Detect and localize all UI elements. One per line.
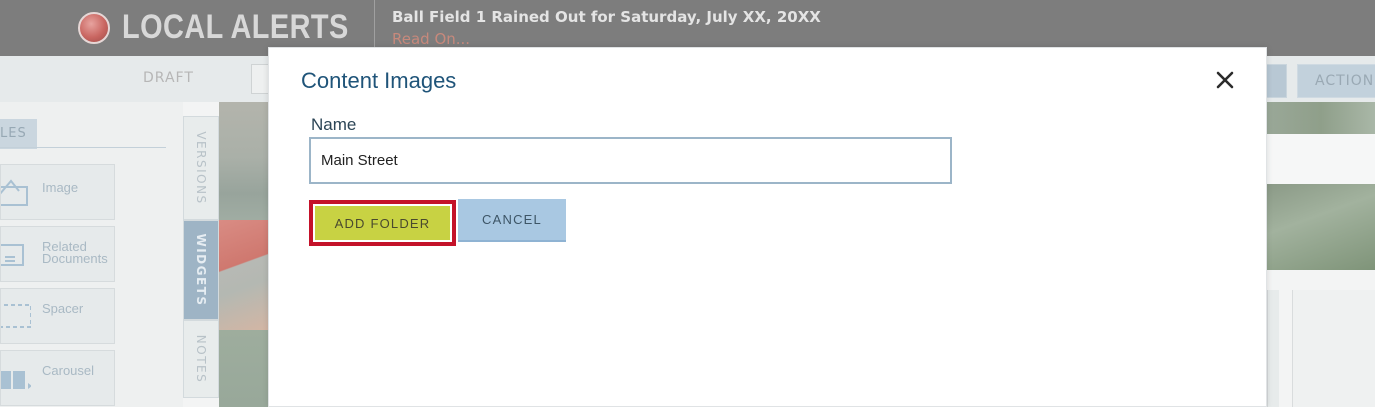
tab-widgets-label: WIDGETS [194,233,208,307]
widget-related-documents[interactable]: Related Documents [0,226,115,282]
background-photo-right [1267,102,1375,134]
widget-carousel[interactable]: Carousel [0,350,115,406]
carousel-icon [1,371,31,389]
alert-headline[interactable]: Ball Field 1 Rained Out for Saturday, Ju… [392,8,821,26]
name-field-label: Name [311,115,357,134]
cancel-button[interactable]: CANCEL [458,199,566,242]
tab-notes[interactable]: NOTES [183,320,219,398]
background-content-strip [1267,134,1375,184]
draft-status: DRAFT [143,70,194,86]
background-card [1292,290,1375,407]
content-images-dialog: Content Images Name ADD FOLDER CANCEL [268,47,1267,407]
widget-label: Related Documents [42,239,108,266]
panel-tab-label: LES [0,126,27,141]
dialog-title: Content Images [301,68,457,93]
alert-title: LOCAL ALERTS [122,8,349,46]
document-icon [1,244,24,266]
widget-spacer[interactable]: Spacer [0,288,115,344]
actions-button[interactable]: ACTIONS [1297,64,1375,98]
background-photo-detail [219,220,269,330]
spacer-icon [1,304,31,328]
panel-tab-files[interactable]: LES [0,119,37,149]
add-folder-button[interactable]: ADD FOLDER [309,200,456,246]
widget-image[interactable]: Image [0,164,115,220]
panel-divider [0,147,166,148]
image-icon [1,179,28,206]
read-on-link[interactable]: Read On... [392,30,470,48]
widget-label: Image [42,180,79,195]
background-card [1267,290,1279,407]
folder-name-input[interactable] [309,137,952,184]
close-icon[interactable] [1213,68,1237,92]
alert-indicator-icon [78,12,110,44]
widget-label: Carousel [42,363,95,378]
alert-divider [374,0,375,48]
widget-label: Spacer [42,301,84,316]
toolbar-field[interactable] [251,64,269,94]
background-photo-right-lower [1267,184,1375,270]
widget-panel: LES Image Related Documents Spacer Carou… [0,102,183,407]
tab-versions-label: VERSIONS [194,131,208,205]
actions-button-label: ACTIONS [1315,73,1375,89]
tab-notes-label: NOTES [194,334,208,384]
tab-widgets[interactable]: WIDGETS [183,220,219,320]
tab-versions[interactable]: VERSIONS [183,116,219,220]
